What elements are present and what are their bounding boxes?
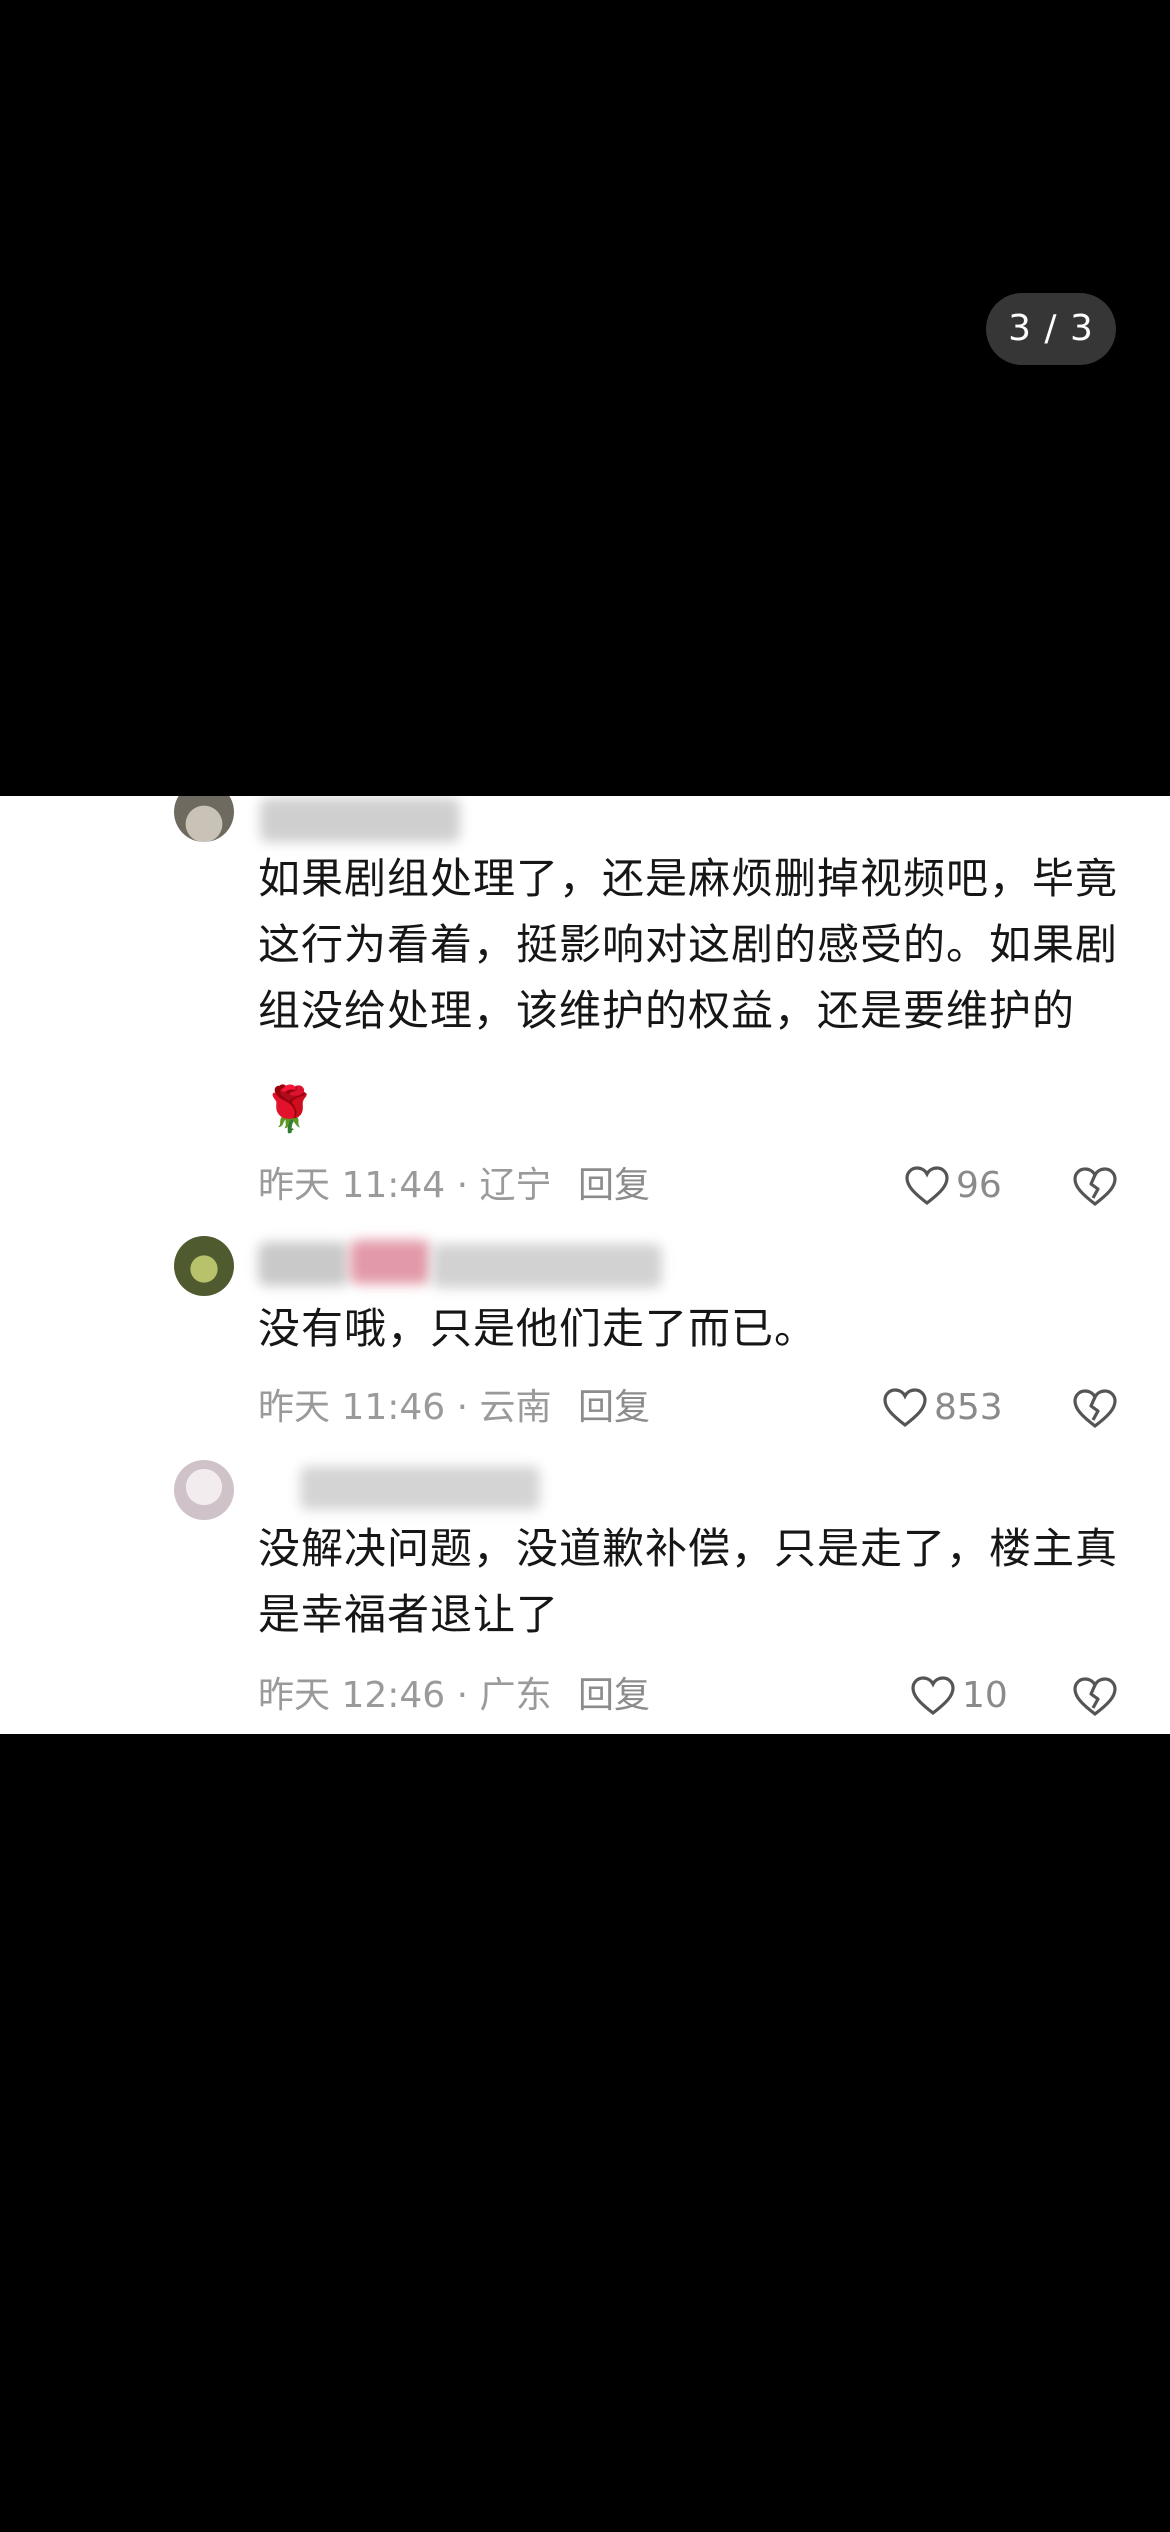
- like-count: 10: [962, 1675, 1008, 1716]
- comment-meta: 昨天 11:46 · 云南 回复 853: [258, 1378, 1118, 1438]
- broken-heart-icon: [1073, 1167, 1117, 1207]
- username-blurred: [300, 1466, 540, 1510]
- heart-outline-icon: [883, 1388, 927, 1428]
- comment-line: 没有哦，只是他们走了而已。: [258, 1304, 818, 1353]
- username-badge-blurred: [350, 1240, 430, 1284]
- image-viewer: 3 / 3 如果剧组处理了，还是麻烦删掉视频吧，毕竟 这行为看着，挺影响对这剧的…: [0, 0, 1170, 2532]
- username-blurred: [260, 798, 460, 842]
- reply-button[interactable]: 回复: [578, 1666, 650, 1726]
- avatar: [174, 796, 234, 842]
- like-button[interactable]: 853: [882, 1378, 1003, 1438]
- rose-emoji: 🌹: [262, 1084, 317, 1135]
- comment-item: 没有哦，只是他们走了而已。 昨天 11:46 · 云南 回复 853: [0, 1236, 1170, 1456]
- reply-button[interactable]: 回复: [578, 1378, 650, 1438]
- comment-item: 如果剧组处理了，还是麻烦删掉视频吧，毕竟 这行为看着，挺影响对这剧的感受的。如果…: [0, 796, 1170, 1256]
- dislike-button[interactable]: [1072, 1388, 1118, 1449]
- avatar: [174, 1460, 234, 1520]
- comment-line: 这行为看着，挺影响对这剧的感受的。如果剧: [258, 920, 1119, 969]
- comment-screenshot: 如果剧组处理了，还是麻烦删掉视频吧，毕竟 这行为看着，挺影响对这剧的感受的。如果…: [0, 796, 1170, 1734]
- dislike-button[interactable]: [1072, 1676, 1118, 1734]
- time-location: 昨天 11:44 · 辽宁: [258, 1165, 552, 1206]
- like-button[interactable]: 10: [910, 1666, 1008, 1726]
- comment-meta: 昨天 12:46 · 广东 回复 10: [258, 1666, 1118, 1726]
- comment-text: 没解决问题，没道歉补偿，只是走了，楼主真 是幸福者退让了: [258, 1516, 1118, 1648]
- username-blurred: [432, 1244, 662, 1288]
- like-count: 853: [934, 1387, 1003, 1428]
- like-count: 96: [956, 1165, 1002, 1206]
- username-blurred: [258, 1242, 348, 1286]
- time-location: 昨天 12:46 · 广东: [258, 1675, 552, 1716]
- broken-heart-icon: [1073, 1389, 1117, 1429]
- reply-button[interactable]: 回复: [578, 1156, 650, 1216]
- avatar: [174, 1236, 234, 1296]
- broken-heart-icon: [1073, 1677, 1117, 1717]
- page-indicator: 3 / 3: [986, 293, 1116, 365]
- like-button[interactable]: 96: [904, 1156, 1002, 1216]
- comment-text: 没有哦，只是他们走了而已。: [258, 1296, 1118, 1362]
- comment-text: 如果剧组处理了，还是麻烦删掉视频吧，毕竟 这行为看着，挺影响对这剧的感受的。如果…: [258, 846, 1118, 1044]
- dislike-button[interactable]: [1072, 1166, 1118, 1227]
- comment-item: 没解决问题，没道歉补偿，只是走了，楼主真 是幸福者退让了 昨天 12:46 · …: [0, 1460, 1170, 1734]
- comment-line: 是幸福者退让了: [258, 1590, 560, 1639]
- heart-outline-icon: [905, 1166, 949, 1206]
- comment-line: 没解决问题，没道歉补偿，只是走了，楼主真: [258, 1524, 1119, 1573]
- comment-line: 组没给处理，该维护的权益，还是要维护的: [258, 986, 1076, 1035]
- time-location: 昨天 11:46 · 云南: [258, 1387, 552, 1428]
- heart-outline-icon: [911, 1676, 955, 1716]
- comment-meta: 昨天 11:44 · 辽宁 回复 96: [258, 1156, 1118, 1216]
- comment-line: 如果剧组处理了，还是麻烦删掉视频吧，毕竟: [258, 854, 1119, 903]
